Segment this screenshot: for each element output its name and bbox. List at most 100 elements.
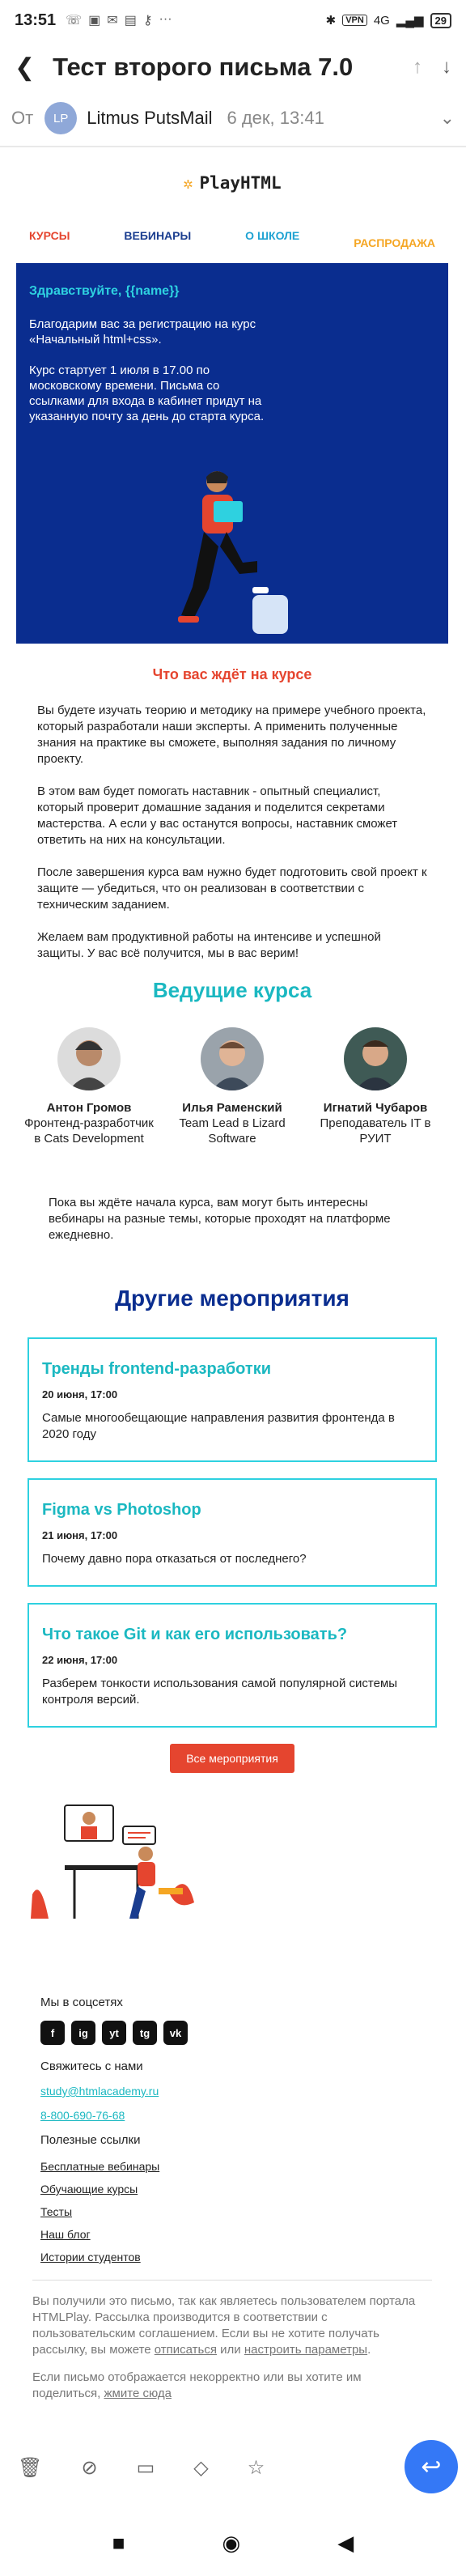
status-bar: 13:51 ☏ ▣ ✉ ▤ ⚷ ··· ✱ VPN 4G ▂▄▆ 29 (0, 0, 466, 40)
webinars-intro: Пока вы ждёте начала курса, вам могут бы… (49, 1196, 391, 1242)
mail-action-bar: 🗑 ⊘ ▭ ◇ ☆ ↩ (0, 2427, 466, 2508)
footer-link[interactable]: Тесты (40, 2205, 424, 2218)
unsubscribe-link[interactable]: отписаться (155, 2343, 217, 2357)
event-card[interactable]: Что такое Git и как его использовать? 22… (28, 1603, 437, 1728)
sender-name: Litmus PutsMail (87, 108, 213, 128)
status-left-icons: ☏ ▣ ✉ ▤ ⚷ ··· (66, 12, 172, 28)
email-body: ✲ PlayHTML КУРСЫ ВЕБИНАРЫ О ШКОЛЕ РАСПРО… (16, 158, 448, 2413)
sender-row[interactable]: От LP Litmus PutsMail 6 дек, 13:41 ⌄ (0, 94, 466, 142)
contact-phone-link[interactable]: 8-800-690-76-68 (40, 2109, 424, 2122)
teacher-name: Антон Громов (46, 1101, 132, 1115)
vk-icon[interactable]: vk (163, 2021, 188, 2045)
telegram-icon[interactable]: tg (133, 2021, 157, 2045)
footer-link[interactable]: Бесплатные вебинары (40, 2160, 424, 2173)
event-card[interactable]: Figma vs Photoshop 21 июня, 17:00 Почему… (28, 1478, 437, 1587)
paragraph: Желаем вам продуктивной работы на интенс… (37, 930, 381, 960)
facebook-icon[interactable]: f (40, 2021, 65, 2045)
teacher-photo (57, 1027, 121, 1090)
paragraph: Вы будете изучать теорию и методику на п… (37, 704, 426, 766)
mark-icon[interactable]: ◇ (193, 2456, 208, 2480)
email-nav: КУРСЫ ВЕБИНАРЫ О ШКОЛЕ РАСПРОДАЖА (16, 208, 448, 263)
instagram-icon[interactable]: ig (71, 2021, 95, 2045)
nav-sale[interactable]: РАСПРОДАЖА (354, 236, 435, 249)
teacher-name: Игнатий Чубаров (323, 1101, 428, 1115)
teachers-title: Ведущие курса (152, 978, 312, 1002)
mail-subject: Тест второго письма 7.0 (53, 53, 354, 81)
key-icon: ⚷ (142, 14, 153, 28)
hero-illustration (178, 471, 288, 634)
teacher-card: Антон Громов Фронтенд-разработчик в Cats… (24, 1027, 154, 1146)
home-icon[interactable]: ◉ (222, 2531, 241, 2556)
social-label: Мы в соцсетях (40, 1996, 123, 2009)
contact-label: Свяжитесь с нами (40, 2060, 143, 2073)
teacher-name: Илья Раменский (182, 1101, 282, 1115)
event-description: Разберем тонкости использования самой по… (42, 1677, 398, 1707)
contact-email-link[interactable]: study@htmlacademy.ru (40, 2085, 424, 2098)
social-links: f ig yt tg vk (40, 2021, 424, 2045)
settings-link[interactable]: настроить параметры (244, 2343, 367, 2357)
status-right-icons: ✱ VPN 4G ▂▄▆ 29 (325, 12, 451, 28)
event-title[interactable]: Что такое Git и как его использовать? (42, 1626, 422, 1644)
spam-icon[interactable]: ⊘ (81, 2456, 97, 2480)
useful-links-label: Полезные ссылки (40, 2133, 141, 2147)
previous-mail-icon[interactable]: ↑ (413, 56, 422, 79)
nav-courses[interactable]: КУРСЫ (29, 229, 70, 242)
signal-icon: ▂▄▆ (396, 14, 424, 28)
chevron-down-icon[interactable]: ⌄ (440, 108, 455, 129)
event-title[interactable]: Figma vs Photoshop (42, 1501, 422, 1520)
events-title: Другие мероприятия (115, 1286, 350, 1311)
paragraph: В этом вам будет помогать наставник - оп… (37, 784, 398, 847)
event-title[interactable]: Тренды frontend-разработки (42, 1360, 422, 1379)
logo-icon: ✲ (183, 173, 193, 193)
teacher-photo (201, 1027, 264, 1090)
hero-text-1: Благодарим вас за регистрацию на курс «Н… (29, 317, 256, 346)
email-footer: Мы в соцсетях f ig yt tg vk Свяжитесь с … (16, 1996, 448, 2264)
reply-button[interactable]: ↩ (405, 2440, 458, 2493)
paragraph: После завершения курса вам нужно будет п… (37, 865, 427, 912)
back-arrow-icon[interactable]: ❮ (15, 53, 35, 82)
hero-banner: Здравствуйте, {{name}} Благодарим вас за… (16, 263, 448, 644)
logo-text: PlayHTML (199, 173, 282, 193)
all-events-wrap: Все мероприятия (16, 1744, 448, 1773)
event-date: 21 июня, 17:00 (42, 1529, 118, 1541)
system-nav-bar: ■ ◉ ◀ (0, 2510, 466, 2576)
recents-icon[interactable]: ■ (112, 2531, 125, 2556)
ticket-icon: ▤ (124, 14, 137, 28)
disclaimer: Вы получили это письмо, так как являетес… (32, 2280, 432, 2402)
disclaimer-part: . (367, 2343, 371, 2357)
next-mail-icon[interactable]: ↓ (442, 56, 451, 79)
teacher-photo (344, 1027, 407, 1090)
star-icon[interactable]: ☆ (248, 2456, 265, 2480)
bluetooth-icon: ✱ (325, 14, 337, 28)
mail-icon: ✉ (107, 14, 118, 28)
email-logo[interactable]: ✲ PlayHTML (16, 158, 448, 208)
view-online-text: Если письмо отображается некорректно или… (32, 2370, 432, 2402)
footer-link[interactable]: Обучающие курсы (40, 2183, 424, 2196)
status-time: 13:51 (15, 11, 57, 29)
teacher-card: Игнатий Чубаров Преподаватель IT в РУИТ (311, 1027, 440, 1146)
mail-date: 6 дек, 13:41 (227, 108, 324, 128)
reply-icon: ↩ (421, 2453, 442, 2480)
delete-icon[interactable]: 🗑 (18, 2456, 42, 2480)
event-description: Самые многообещающие направления развити… (42, 1411, 395, 1441)
wifi-call-icon: ☏ (66, 14, 83, 28)
move-folder-icon[interactable]: ▭ (137, 2456, 155, 2480)
event-description: Почему давно пора отказаться от последне… (42, 1552, 307, 1566)
from-label: От (11, 108, 34, 128)
teacher-card: Илья Раменский Team Lead в Lizard Softwa… (167, 1027, 297, 1146)
footer-illustration (31, 1804, 194, 1919)
nav-about[interactable]: О ШКОЛЕ (245, 229, 299, 242)
youtube-icon[interactable]: yt (102, 2021, 126, 2045)
back-icon[interactable]: ◀ (337, 2531, 354, 2556)
footer-link[interactable]: Истории студентов (40, 2251, 424, 2264)
footer-link[interactable]: Наш блог (40, 2228, 424, 2241)
disclaimer-part: или (217, 2343, 244, 2357)
event-card[interactable]: Тренды frontend-разработки 20 июня, 17:0… (28, 1337, 437, 1462)
view-online-link[interactable]: жмите сюда (104, 2387, 172, 2400)
event-date: 20 июня, 17:00 (42, 1388, 118, 1401)
battery-icon: 29 (430, 12, 451, 28)
all-events-button[interactable]: Все мероприятия (170, 1744, 294, 1773)
network-label: 4G (373, 13, 390, 28)
nav-webinars[interactable]: ВЕБИНАРЫ (124, 229, 191, 242)
course-description: Вы будете изучать теорию и методику на п… (16, 703, 448, 962)
